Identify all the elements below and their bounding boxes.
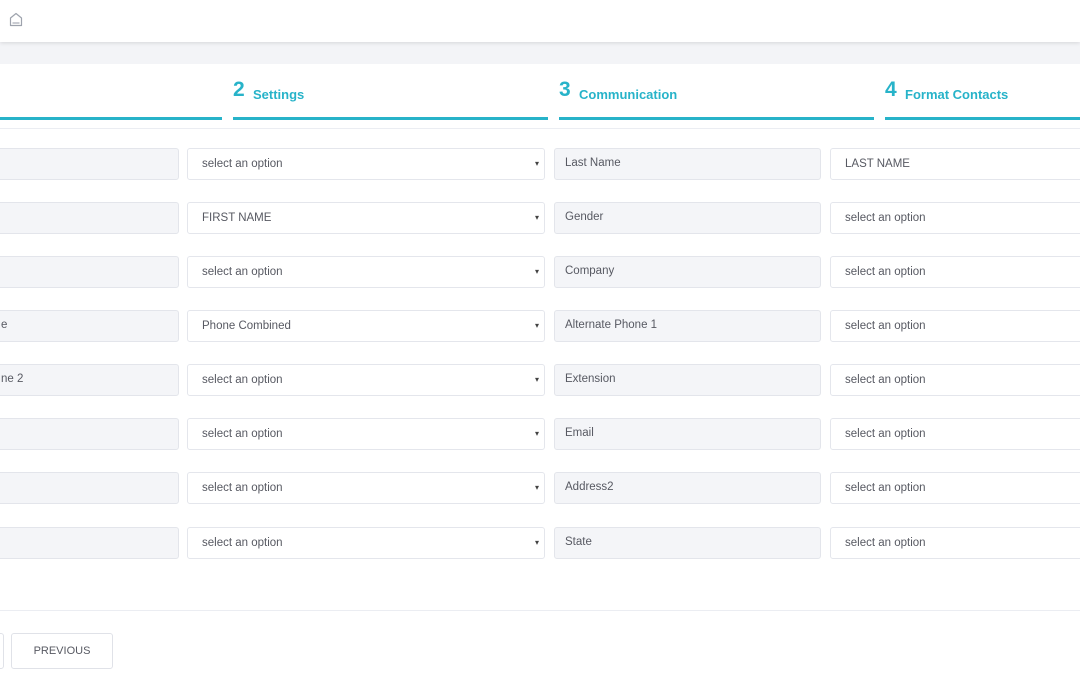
home-icon[interactable] <box>8 11 24 27</box>
mapping-select[interactable]: select an option <box>830 364 1080 396</box>
mapping-select[interactable]: select an option <box>830 472 1080 504</box>
mapping-select-value: select an option <box>845 266 926 278</box>
source-field[interactable]: Company <box>554 256 821 288</box>
wizard-steps: 2 Settings 3 Communication 4 Format Cont… <box>0 64 1080 129</box>
source-field-value: ne 2 <box>1 373 24 385</box>
source-field[interactable] <box>0 256 179 288</box>
mapping-select[interactable]: select an option <box>830 418 1080 450</box>
source-field[interactable] <box>0 202 179 234</box>
source-field[interactable]: Gender <box>554 202 821 234</box>
step-label: Format Contacts <box>905 87 1009 102</box>
mapping-select[interactable]: select an option ▾ <box>187 527 545 559</box>
mapping-select-value: select an option <box>845 374 926 386</box>
step-1[interactable] <box>0 64 222 120</box>
mapping-select[interactable]: select an option <box>830 310 1080 342</box>
footer-divider <box>0 610 1080 611</box>
mapping-select-value: select an option <box>845 482 926 494</box>
mapping-select[interactable]: select an option ▾ <box>187 418 545 450</box>
mapping-select-value: select an option <box>202 537 283 549</box>
top-bar <box>0 0 1080 42</box>
step-label: Settings <box>253 87 305 102</box>
step-label: Communication <box>579 87 678 102</box>
mapping-select-value: LAST NAME <box>845 158 910 170</box>
mapping-select[interactable]: FIRST NAME ▾ <box>187 202 545 234</box>
mapping-select-value: select an option <box>845 212 926 224</box>
mapping-select[interactable]: LAST NAME <box>830 148 1080 180</box>
caret-down-icon: ▾ <box>534 375 539 384</box>
mapping-select[interactable]: select an option ▾ <box>187 256 545 288</box>
source-field[interactable]: ne 2 <box>0 364 179 396</box>
mapping-select[interactable]: Phone Combined ▾ <box>187 310 545 342</box>
mapping-select[interactable]: select an option <box>830 527 1080 559</box>
caret-down-icon: ▾ <box>534 159 539 168</box>
mapping-select-value: select an option <box>202 428 283 440</box>
page-header-band <box>0 42 1080 64</box>
step-communication[interactable]: 3 Communication <box>559 64 874 120</box>
source-field[interactable]: Alternate Phone 1 <box>554 310 821 342</box>
source-field[interactable] <box>0 418 179 450</box>
source-field[interactable] <box>0 148 179 180</box>
mapping-select-value: select an option <box>202 374 283 386</box>
source-field-value: Gender <box>565 211 604 223</box>
caret-down-icon: ▾ <box>534 321 539 330</box>
mapping-select-value: select an option <box>202 482 283 494</box>
previous-button[interactable]: PREVIOUS <box>11 633 113 669</box>
mapping-select-value: select an option <box>202 266 283 278</box>
mapping-select[interactable]: select an option <box>830 202 1080 234</box>
source-field[interactable]: Extension <box>554 364 821 396</box>
mapping-select[interactable]: select an option ▾ <box>187 472 545 504</box>
source-field[interactable]: Address2 <box>554 472 821 504</box>
mapping-select-value: FIRST NAME <box>202 212 272 224</box>
caret-down-icon: ▾ <box>534 429 539 438</box>
source-field-value: Alternate Phone 1 <box>565 319 658 331</box>
mapping-select[interactable]: select an option ▾ <box>187 148 545 180</box>
source-field-value: e <box>1 319 8 331</box>
source-field-value: Address2 <box>565 481 614 493</box>
source-field[interactable]: e <box>0 310 179 342</box>
source-field[interactable]: Last Name <box>554 148 821 180</box>
source-field-value: Extension <box>565 373 616 385</box>
mapping-select-value: Phone Combined <box>202 320 291 332</box>
step-number: 2 <box>233 78 245 101</box>
step-settings[interactable]: 2 Settings <box>233 64 548 120</box>
mapping-select[interactable]: select an option <box>830 256 1080 288</box>
caret-down-icon: ▾ <box>534 213 539 222</box>
step-format-contacts[interactable]: 4 Format Contacts <box>885 64 1080 120</box>
next-button[interactable] <box>0 633 4 669</box>
mapping-select-value: select an option <box>845 320 926 332</box>
mapping-select-value: select an option <box>845 428 926 440</box>
source-field[interactable]: Email <box>554 418 821 450</box>
source-field-value: Email <box>565 427 594 439</box>
caret-down-icon: ▾ <box>534 538 539 547</box>
step-number: 3 <box>559 78 571 101</box>
mapping-select-value: select an option <box>845 537 926 549</box>
caret-down-icon: ▾ <box>534 483 539 492</box>
source-field-value: State <box>565 536 592 548</box>
source-field-value: Last Name <box>565 157 621 169</box>
step-number: 4 <box>885 78 897 101</box>
source-field[interactable] <box>0 527 179 559</box>
source-field-value: Company <box>565 265 615 277</box>
caret-down-icon: ▾ <box>534 267 539 276</box>
mapping-select-value: select an option <box>202 158 283 170</box>
source-field[interactable]: State <box>554 527 821 559</box>
source-field[interactable] <box>0 472 179 504</box>
mapping-select[interactable]: select an option ▾ <box>187 364 545 396</box>
